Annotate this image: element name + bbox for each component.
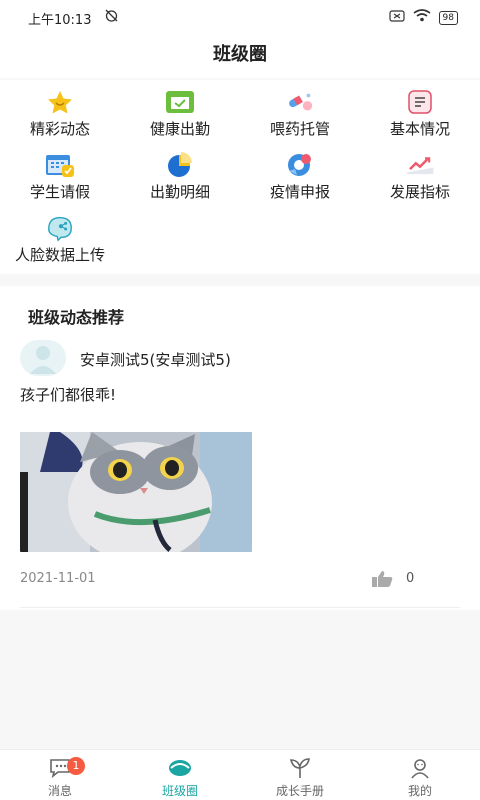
menu-item-medicine[interactable]: 喂药托管 (240, 80, 360, 138)
menu-label: 疫情申报 (269, 183, 330, 201)
user-icon (360, 755, 480, 781)
post-author[interactable]: 安卓测试5(安卓测试5) (80, 349, 231, 370)
menu-item-development[interactable]: 发展指标 (360, 143, 480, 201)
tab-label: 班级圈 (161, 784, 198, 798)
star-icon (45, 90, 75, 114)
document-icon (405, 90, 435, 114)
tab-profile[interactable]: 我的 (360, 750, 480, 800)
page-title: 班级圈 (213, 44, 267, 65)
tab-label: 成长手册 (275, 784, 324, 798)
bottom-tab-bar: 1 消息 班级圈 成长手册 我的 (0, 749, 480, 800)
pie-chart-icon (165, 152, 195, 177)
menu-item-basic-info[interactable]: 基本情况 (360, 80, 480, 138)
divider (20, 607, 460, 608)
menu-label: 健康出勤 (149, 120, 210, 138)
trend-chart-icon (405, 153, 435, 177)
tab-label: 消息 (47, 784, 72, 798)
tab-messages[interactable]: 1 消息 (0, 750, 120, 800)
feed-title: 班级动态推荐 (28, 308, 125, 327)
like-count: 0 (406, 571, 415, 586)
menu-item-health-attendance[interactable]: 健康出勤 (120, 80, 240, 138)
class-feed-section: 班级动态推荐 安卓测试5(安卓测试5) 孩子们都很乖! 2021-11-01 0 (0, 286, 480, 610)
menu-label: 精彩动态 (29, 120, 90, 138)
post-photo-cat[interactable] (20, 432, 252, 552)
tab-label: 我的 (407, 784, 432, 798)
calendar-check-icon (165, 90, 195, 114)
medicine-icon (285, 90, 315, 114)
function-menu: 精彩动态 健康出勤 喂药托管 基本情况 学生请假 出勤明细 疫情申报 发展指标 … (0, 80, 480, 274)
tab-growth-handbook[interactable]: 成长手册 (240, 750, 360, 800)
virus-report-icon (285, 153, 315, 177)
post-text: 孩子们都很乖! (20, 386, 117, 404)
wifi-icon (413, 9, 431, 26)
sprout-icon (240, 755, 360, 781)
avatar[interactable] (20, 340, 66, 376)
menu-label: 出勤明细 (149, 183, 210, 201)
status-bar: 上午10:13 98 (0, 0, 480, 34)
menu-item-student-leave[interactable]: 学生请假 (0, 143, 120, 201)
battery-indicator: 98 (438, 10, 458, 25)
tab-class-circle[interactable]: 班级圈 (120, 750, 240, 800)
page-header: 班级圈 (0, 34, 480, 78)
sim-icon (388, 9, 405, 26)
menu-label: 基本情况 (389, 120, 450, 138)
menu-label: 学生请假 (29, 183, 90, 201)
menu-item-highlights[interactable]: 精彩动态 (0, 80, 120, 138)
menu-label: 喂药托管 (269, 120, 330, 138)
menu-item-face-upload[interactable]: 人脸数据上传 (0, 206, 120, 264)
status-time: 上午10:13 (28, 13, 92, 28)
post-date: 2021-11-01 (20, 571, 96, 586)
menu-label: 人脸数据上传 (14, 246, 105, 264)
class-circle-icon (120, 755, 240, 781)
message-icon (0, 755, 120, 781)
menu-item-attendance-detail[interactable]: 出勤明细 (120, 143, 240, 201)
unread-badge: 1 (67, 757, 85, 775)
leave-calendar-icon (45, 153, 75, 177)
alarm-off-icon (104, 8, 119, 27)
thumbs-up-icon[interactable] (371, 570, 393, 592)
face-upload-icon (45, 216, 75, 242)
menu-item-epidemic-report[interactable]: 疫情申报 (240, 143, 360, 201)
menu-label: 发展指标 (389, 183, 450, 201)
